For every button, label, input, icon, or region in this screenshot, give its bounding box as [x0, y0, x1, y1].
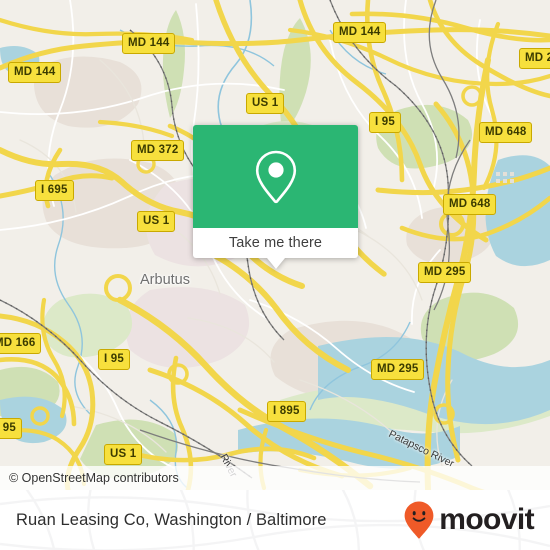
shield-md-295-a[interactable]: MD 295	[418, 262, 472, 283]
map-attribution[interactable]: © OpenStreetMap contributors	[0, 466, 550, 490]
shield-md-144-b[interactable]: MD 144	[333, 22, 387, 43]
map-canvas[interactable]: .w{fill:#aad3df} .wl{stroke:#8fc5dd;fill…	[0, 0, 550, 490]
shield-i-95-b[interactable]: I 95	[98, 349, 130, 370]
map-pin-icon	[255, 150, 296, 203]
shield-i-695[interactable]: I 695	[35, 180, 74, 201]
shield-md-2[interactable]: MD 2	[519, 48, 550, 69]
shield-md-648-a[interactable]: MD 648	[479, 122, 533, 143]
shield-md-295-b[interactable]: MD 295	[371, 359, 425, 380]
take-me-there-button[interactable]: Take me there	[193, 228, 358, 258]
take-me-there-label: Take me there	[228, 235, 323, 251]
attribution-text: © OpenStreetMap contributors	[9, 471, 179, 485]
moovit-wordmark: moovit	[439, 503, 534, 536]
location-popup[interactable]: Take me there	[193, 125, 358, 269]
shield-md-166[interactable]: MD 166	[0, 333, 42, 354]
shield-us-1-b[interactable]: US 1	[137, 211, 176, 232]
shield-us-1-a[interactable]: US 1	[246, 93, 285, 114]
shield-us-1-c[interactable]: US 1	[104, 444, 143, 465]
popup-tail	[266, 258, 285, 269]
footer-bar: Ruan Leasing Co, Washington / Baltimore …	[0, 490, 550, 550]
popup-icon-panel	[193, 125, 358, 228]
moovit-brand[interactable]: moovit	[403, 500, 535, 540]
shield-i-895[interactable]: I 895	[267, 401, 306, 422]
moovit-map-card: .w{fill:#aad3df} .wl{stroke:#8fc5dd;fill…	[0, 0, 550, 550]
moovit-smiley-pin-icon	[404, 501, 434, 539]
location-title: Ruan Leasing Co, Washington / Baltimore	[16, 510, 327, 529]
shield-i-95-c[interactable]: I 95	[0, 418, 22, 439]
shield-md-372[interactable]: MD 372	[131, 140, 185, 161]
shield-md-144-a[interactable]: MD 144	[122, 33, 176, 54]
shield-md-648-b[interactable]: MD 648	[443, 194, 497, 215]
shield-md-144-c[interactable]: MD 144	[8, 62, 62, 83]
shield-i-95-a[interactable]: I 95	[369, 112, 401, 133]
place-label-arbutus: Arbutus	[140, 272, 190, 288]
